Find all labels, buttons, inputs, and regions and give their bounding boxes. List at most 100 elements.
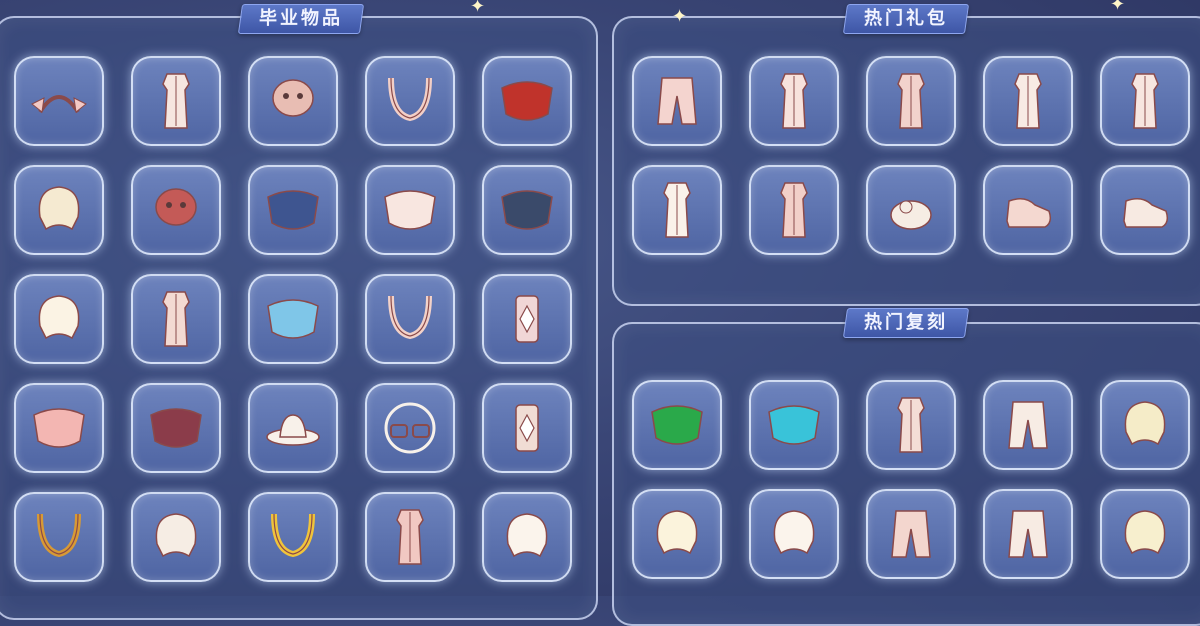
hot-reprint-title-text: 热门复刻 bbox=[864, 312, 948, 333]
item-slot[interactable] bbox=[14, 56, 104, 146]
item-slot[interactable] bbox=[131, 383, 221, 473]
item-slot[interactable] bbox=[365, 56, 455, 146]
bunny-prop-icon bbox=[890, 200, 932, 230]
hot-packs-grid bbox=[632, 56, 1190, 255]
dark-wing-cape-icon bbox=[501, 190, 553, 230]
item-slot[interactable] bbox=[632, 56, 722, 146]
item-slot[interactable] bbox=[482, 274, 572, 364]
short-hair-icon bbox=[656, 510, 698, 555]
fox-ears-hair-icon bbox=[38, 186, 80, 231]
item-slot[interactable] bbox=[482, 492, 572, 582]
item-slot[interactable] bbox=[749, 489, 839, 579]
blue-wing-cape-icon bbox=[267, 190, 319, 230]
item-slot[interactable] bbox=[983, 56, 1073, 146]
cargo-pants-icon bbox=[1008, 510, 1048, 558]
item-slot[interactable] bbox=[749, 56, 839, 146]
wavy-hair-icon bbox=[1124, 401, 1166, 446]
item-slot[interactable] bbox=[866, 165, 956, 255]
item-slot[interactable] bbox=[482, 56, 572, 146]
bear-mask-icon bbox=[272, 79, 314, 117]
gold-scarf-icon bbox=[271, 513, 315, 558]
robe-outfit-icon bbox=[780, 73, 808, 129]
item-slot[interactable] bbox=[632, 489, 722, 579]
cat-ears-hair-icon bbox=[773, 510, 815, 555]
hot-packs-title-text: 热门礼包 bbox=[864, 8, 948, 29]
green-leaf-cape-icon bbox=[651, 405, 703, 445]
item-slot[interactable] bbox=[365, 492, 455, 582]
graduation-items-title: 毕业物品 bbox=[237, 4, 365, 34]
item-slot[interactable] bbox=[14, 165, 104, 255]
item-slot[interactable] bbox=[131, 274, 221, 364]
graduation-items-title-text: 毕业物品 bbox=[259, 8, 343, 29]
item-slot[interactable] bbox=[365, 165, 455, 255]
item-slot[interactable] bbox=[983, 380, 1073, 470]
item-slot[interactable] bbox=[248, 492, 338, 582]
blue-bow-cape-icon bbox=[267, 299, 319, 339]
item-slot[interactable] bbox=[131, 56, 221, 146]
item-slot[interactable] bbox=[1100, 489, 1190, 579]
graduation-items-grid bbox=[14, 56, 572, 582]
maroon-cape-icon bbox=[150, 408, 202, 448]
gold-staff-icon bbox=[37, 513, 81, 558]
item-slot[interactable] bbox=[983, 489, 1073, 579]
scarf-icon bbox=[388, 295, 432, 340]
baggy-pants-icon bbox=[1008, 401, 1048, 449]
item-slot[interactable] bbox=[14, 383, 104, 473]
pink-shoes-icon bbox=[1006, 198, 1052, 228]
dress-outfit-icon bbox=[162, 291, 190, 347]
red-cape-icon bbox=[501, 81, 553, 121]
bun-hair-icon bbox=[506, 513, 548, 558]
sparkle-icon: ✦ bbox=[672, 6, 688, 27]
item-slot[interactable] bbox=[482, 165, 572, 255]
item-slot[interactable] bbox=[365, 383, 455, 473]
necklace-icon bbox=[388, 77, 432, 122]
item-slot[interactable] bbox=[365, 274, 455, 364]
item-slot[interactable] bbox=[632, 380, 722, 470]
item-slot[interactable] bbox=[14, 492, 104, 582]
long-hair-icon bbox=[38, 295, 80, 340]
bow-shoes-icon bbox=[1123, 198, 1169, 228]
pink-shell-cape-icon bbox=[33, 408, 85, 448]
item-slot[interactable] bbox=[131, 165, 221, 255]
flower-crown-hair-icon bbox=[1124, 510, 1166, 555]
jumpsuit-icon bbox=[891, 510, 931, 558]
suit-outfit-icon bbox=[162, 73, 190, 129]
feather-hair-icon bbox=[155, 513, 197, 558]
item-slot[interactable] bbox=[866, 56, 956, 146]
item-slot[interactable] bbox=[983, 165, 1073, 255]
item-slot[interactable] bbox=[866, 380, 956, 470]
owl-mask-icon bbox=[155, 188, 197, 226]
sparkle-icon: ✦ bbox=[1110, 0, 1126, 15]
item-slot[interactable] bbox=[131, 492, 221, 582]
short-outfit-icon bbox=[897, 73, 925, 129]
item-slot[interactable] bbox=[248, 56, 338, 146]
amulet-icon bbox=[515, 295, 539, 343]
item-slot[interactable] bbox=[632, 165, 722, 255]
kimono-outfit-icon bbox=[1014, 73, 1042, 129]
item-slot[interactable] bbox=[482, 383, 572, 473]
sparkle-icon: ✦ bbox=[470, 0, 486, 17]
white-hat-icon bbox=[266, 414, 320, 446]
item-slot[interactable] bbox=[866, 489, 956, 579]
white-wing-cape-icon bbox=[384, 190, 436, 230]
item-slot[interactable] bbox=[248, 274, 338, 364]
item-slot[interactable] bbox=[1100, 165, 1190, 255]
pants-outfit-icon bbox=[657, 77, 697, 125]
hot-reprint-grid bbox=[632, 380, 1190, 579]
item-slot[interactable] bbox=[248, 165, 338, 255]
lantern-icon bbox=[515, 404, 539, 452]
bow-dress-icon bbox=[1131, 73, 1159, 129]
item-slot[interactable] bbox=[248, 383, 338, 473]
ninja-outfit-icon bbox=[897, 397, 925, 453]
pink-outfit-icon bbox=[396, 509, 424, 565]
hot-reprint-title: 热门复刻 bbox=[842, 308, 970, 338]
item-slot[interactable] bbox=[749, 165, 839, 255]
item-slot[interactable] bbox=[14, 274, 104, 364]
hot-packs-title: 热门礼包 bbox=[842, 4, 970, 34]
long-dress-icon bbox=[780, 182, 808, 238]
cyan-wave-cape-icon bbox=[768, 405, 820, 445]
item-slot[interactable] bbox=[1100, 56, 1190, 146]
gown-outfit-icon bbox=[663, 182, 691, 238]
item-slot[interactable] bbox=[749, 380, 839, 470]
item-slot[interactable] bbox=[1100, 380, 1190, 470]
